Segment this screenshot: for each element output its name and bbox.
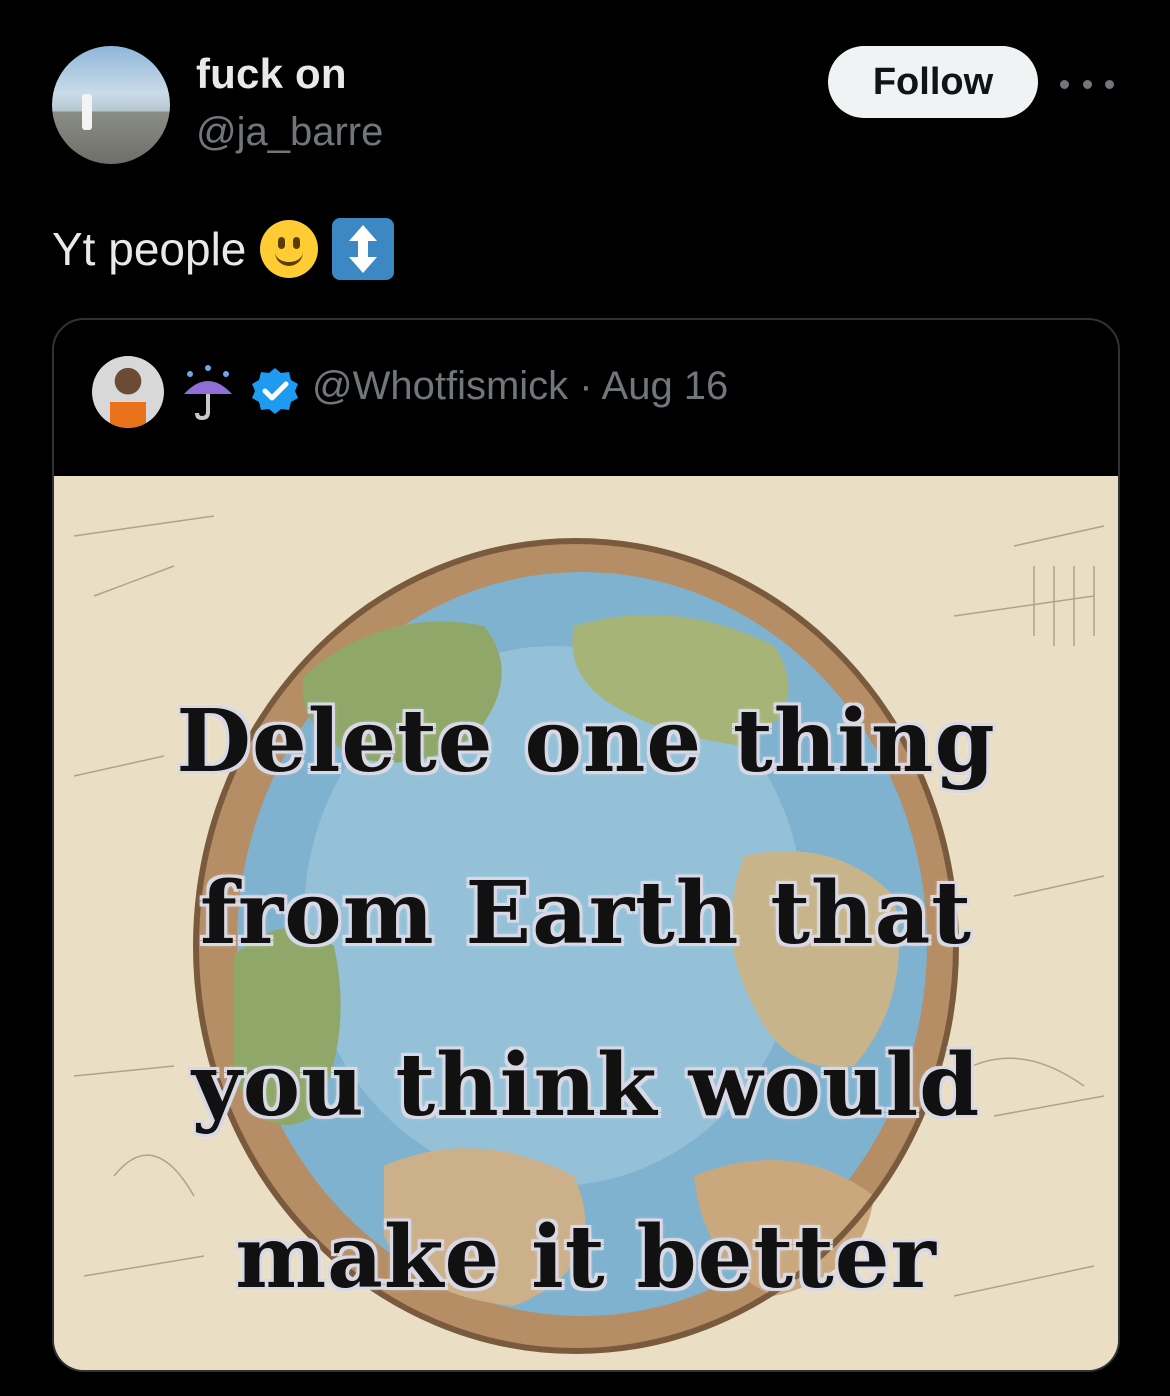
up-down-arrow-icon xyxy=(332,218,395,280)
more-options-icon[interactable] xyxy=(1060,64,1114,104)
avatar-figure xyxy=(82,94,92,130)
quoted-tweet-card[interactable]: @Whotfismick · Aug 16 Delete one thing f… xyxy=(52,318,1120,1372)
follow-button[interactable]: Follow xyxy=(828,46,1038,118)
dot xyxy=(1105,79,1114,89)
meme-caption: Delete one thing from Earth that you thi… xyxy=(54,656,1118,1344)
meme-line: you think would xyxy=(191,1035,981,1136)
author-display-name[interactable]: fuck on xyxy=(196,50,347,98)
tweet-text: Yt people xyxy=(52,218,395,280)
dot xyxy=(1082,79,1092,89)
quoted-handle-date[interactable]: @Whotfismick · Aug 16 xyxy=(312,364,728,409)
verified-badge-icon xyxy=(252,368,298,414)
quoted-tweet-image[interactable]: Delete one thing from Earth that you thi… xyxy=(54,476,1118,1370)
slightly-smiling-face-icon xyxy=(260,220,319,278)
umbrella-with-rain-icon xyxy=(184,365,232,421)
meme-line: from Earth that xyxy=(199,863,973,964)
author-handle[interactable]: @ja_barre xyxy=(196,110,383,155)
tweet-text-content: Yt people xyxy=(52,223,247,275)
meme-line: make it better xyxy=(235,1207,937,1308)
dot xyxy=(1060,79,1069,89)
author-avatar[interactable] xyxy=(52,46,170,164)
meme-line: Delete one thing xyxy=(176,691,996,792)
quoted-author-avatar[interactable] xyxy=(92,356,164,428)
